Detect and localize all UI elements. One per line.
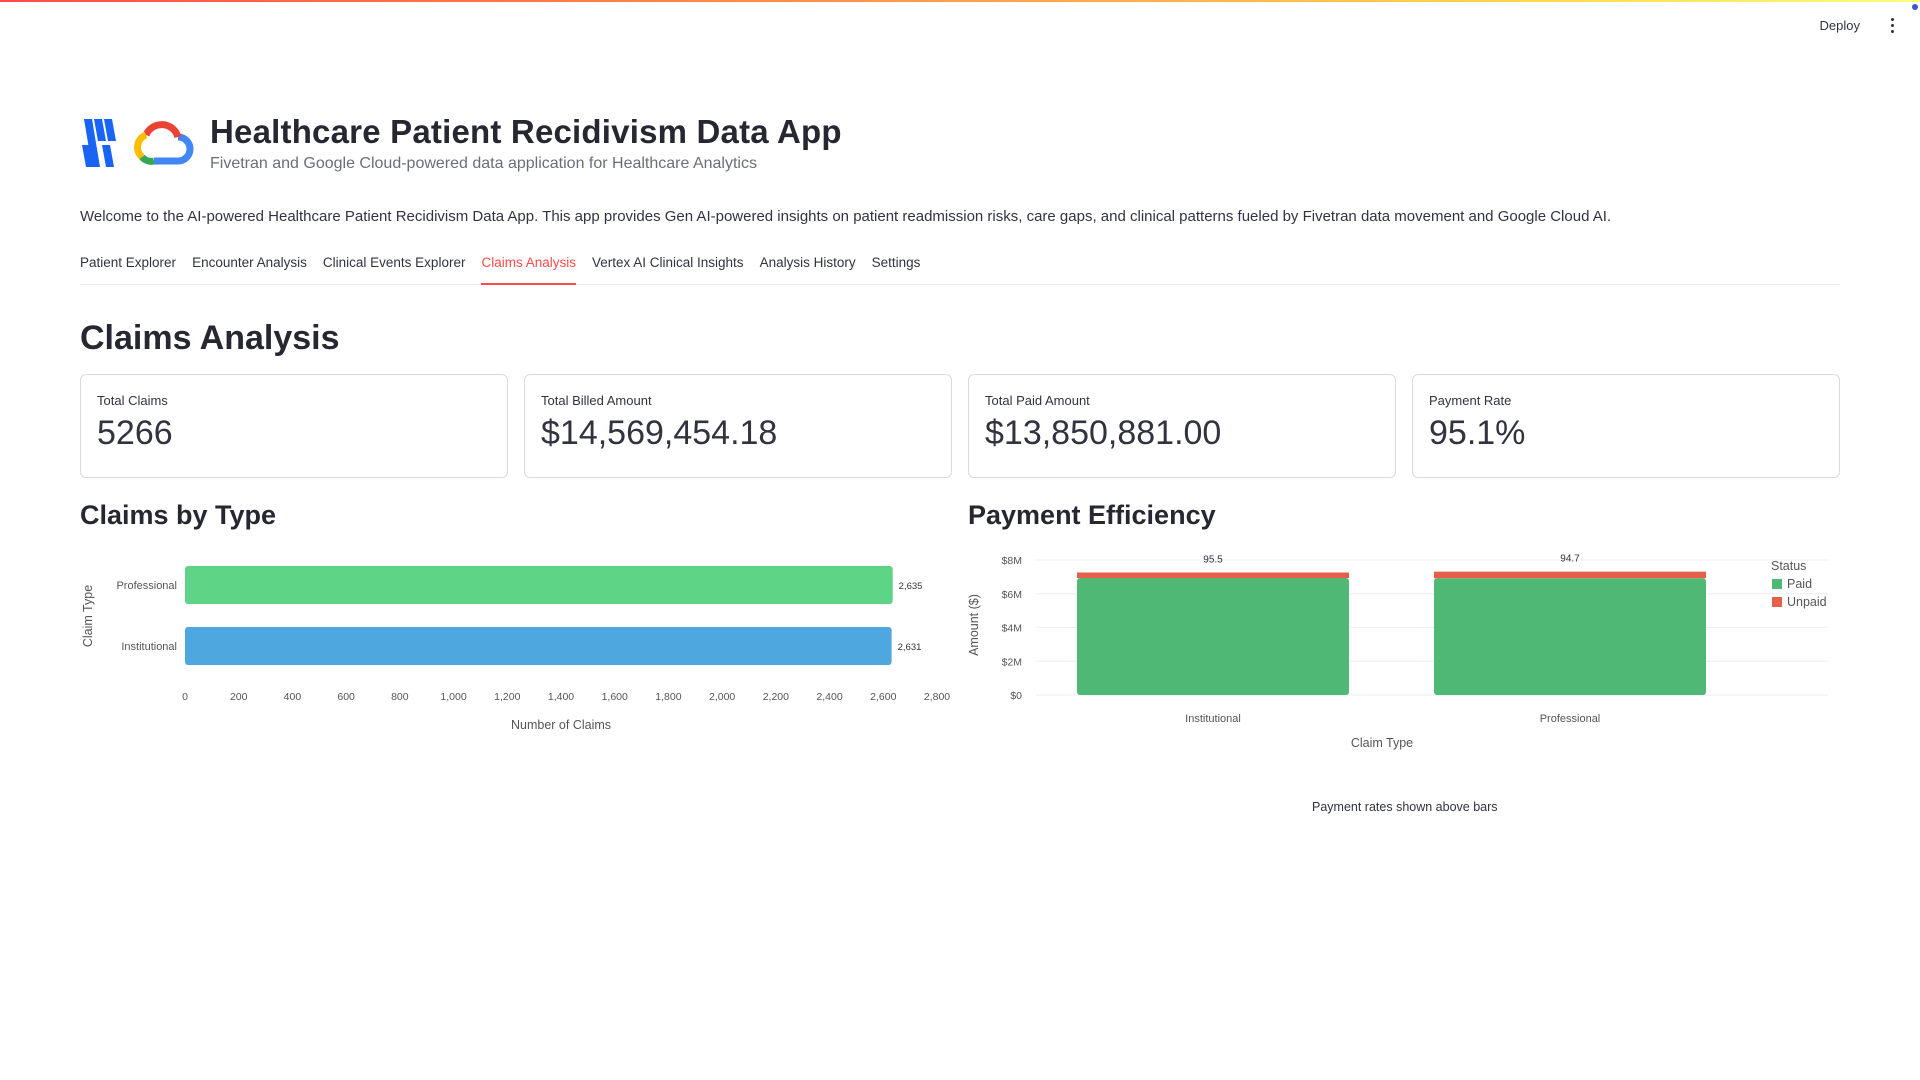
status-indicator-dot [1912, 4, 1918, 10]
app-toolbar: Deploy [1814, 0, 1920, 50]
x-tick-label: 2,400 [816, 691, 842, 703]
metric-label: Total Billed Amount [541, 393, 652, 408]
x-tick-label: 800 [391, 691, 409, 703]
legend-label: Paid [1787, 577, 1812, 591]
claims-by-type-title: Claims by Type [80, 500, 277, 530]
x-tick-label: Professional [1540, 713, 1601, 725]
bar-paid-professional [1434, 578, 1706, 695]
x-tick-label: 600 [337, 691, 355, 703]
tab-vertex-ai-clinical-insights[interactable]: Vertex AI Clinical Insights [592, 245, 744, 284]
category-label: Institutional [121, 641, 177, 653]
payment-efficiency-chart: $0 $2M $4M $6M $8M 95.5 Institutional 94.7 Profe… [968, 554, 1828, 750]
claims-by-type-chart: Professional 2,635 Institutional 2,631 0 200 4… [81, 566, 950, 732]
main-content: Healthcare Patient Recidivism Data App F… [80, 100, 1840, 840]
app-title: Healthcare Patient Recidivism Data App [210, 113, 842, 150]
legend-swatch-unpaid [1772, 597, 1782, 607]
y-tick-label: $2M [1002, 656, 1022, 668]
tab-analysis-history[interactable]: Analysis History [760, 245, 856, 284]
legend-label: Unpaid [1787, 595, 1827, 609]
payment-rate-label: 94.7 [1560, 554, 1580, 565]
metric-card: Total Billed Amount $14,569,454.18 [524, 374, 952, 478]
payment-rate-label: 95.5 [1203, 554, 1223, 565]
x-tick-label: 1,800 [655, 691, 681, 703]
data-label: 2,635 [899, 581, 923, 592]
y-tick-label: $4M [1002, 623, 1022, 635]
top-decoration-bar [0, 0, 1920, 2]
fivetran-logo [82, 119, 116, 167]
app-header: Healthcare Patient Recidivism Data App F… [80, 100, 1840, 186]
data-label: 2,631 [898, 642, 922, 653]
metric-label: Total Claims [97, 393, 168, 408]
metric-card: Total Claims 5266 [80, 374, 508, 478]
welcome-text: Welcome to the AI-powered Healthcare Pat… [80, 208, 1612, 225]
y-tick-label: $8M [1002, 555, 1022, 567]
metric-card: Total Paid Amount $13,850,881.00 [968, 374, 1396, 478]
tab-patient-explorer[interactable]: Patient Explorer [80, 245, 176, 284]
x-tick-label: 1,200 [494, 691, 520, 703]
x-tick-label: 200 [230, 691, 248, 703]
payment-efficiency-title: Payment Efficiency [968, 500, 1216, 530]
x-tick-label: 1,600 [602, 691, 628, 703]
tab-claims-analysis[interactable]: Claims Analysis [481, 245, 576, 285]
app-subtitle: Fivetran and Google Cloud-powered data a… [210, 155, 757, 172]
tab-bar: Patient Explorer Encounter Analysis Clinic… [80, 245, 1840, 285]
x-axis-label: Number of Claims [511, 718, 611, 732]
x-tick-label: Institutional [1185, 713, 1241, 725]
payment-efficiency-caption: Payment rates shown above bars [1312, 800, 1498, 814]
x-tick-label: 2,600 [870, 691, 896, 703]
x-tick-label: 400 [284, 691, 302, 703]
kebab-menu-icon[interactable] [1884, 15, 1900, 35]
metric-value: 95.1% [1429, 414, 1526, 452]
metric-value: 5266 [97, 414, 173, 452]
y-axis-label: Claim Type [81, 585, 95, 647]
bar-institutional [185, 627, 892, 665]
x-tick-label: 0 [182, 691, 188, 703]
y-axis-label: Amount ($) [968, 594, 981, 656]
metric-value: $14,569,454.18 [541, 414, 778, 452]
x-tick-label: 2,800 [924, 691, 950, 703]
y-tick-label: $6M [1002, 589, 1022, 601]
x-axis-label: Claim Type [1351, 736, 1413, 750]
x-tick-label: 2,200 [763, 691, 789, 703]
tab-settings[interactable]: Settings [872, 245, 921, 284]
x-tick-label: 1,000 [440, 691, 466, 703]
metric-label: Payment Rate [1429, 393, 1512, 408]
google-cloud-logo [134, 121, 194, 165]
title-block: Healthcare Patient Recidivism Data App F… [210, 113, 842, 173]
bar-paid-institutional [1077, 578, 1349, 695]
x-tick-label: 1,400 [548, 691, 574, 703]
y-tick-label: $0 [1010, 690, 1022, 702]
section-title: Claims Analysis [80, 319, 340, 357]
bar-professional [185, 566, 893, 604]
tab-clinical-events-explorer[interactable]: Clinical Events Explorer [323, 245, 466, 284]
category-label: Professional [116, 580, 177, 592]
metric-value: $13,850,881.00 [985, 414, 1222, 452]
metric-card: Payment Rate 95.1% [1412, 374, 1840, 478]
legend-swatch-paid [1772, 579, 1782, 589]
tab-encounter-analysis[interactable]: Encounter Analysis [192, 245, 307, 284]
charts-area: Claims by Type Payment Efficiency Profes… [80, 500, 1840, 840]
x-tick-label: 2,000 [709, 691, 735, 703]
bar-unpaid-professional [1434, 571, 1706, 579]
deploy-button[interactable]: Deploy [1814, 14, 1866, 37]
metrics-row: Total Claims 5266 Total Billed Amount $14,5… [80, 374, 1840, 478]
legend-title: Status [1771, 559, 1806, 573]
metric-label: Total Paid Amount [985, 393, 1090, 408]
bar-unpaid-institutional [1077, 572, 1349, 579]
